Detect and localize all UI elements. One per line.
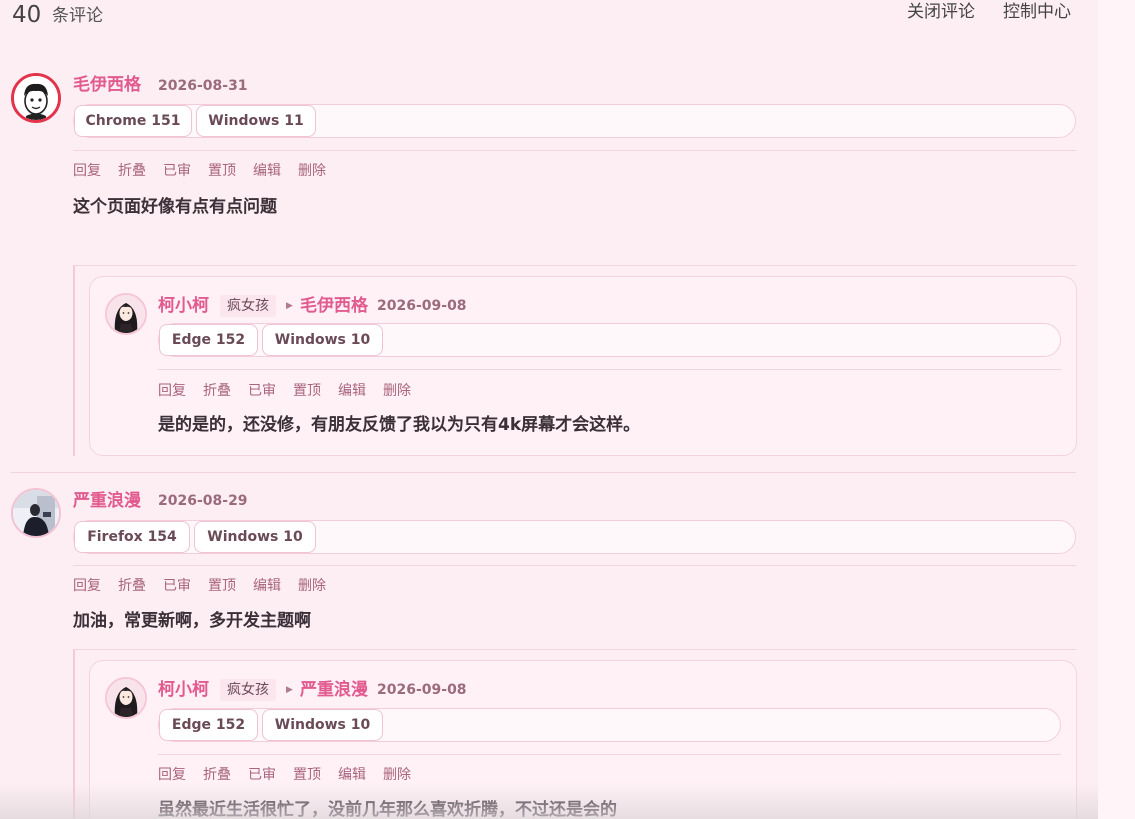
reply-card: 柯小柯 疯女孩 ▶ 严重浪漫 2026-09-08 Edge 152 Windo…	[89, 660, 1077, 819]
person-photo-avatar[interactable]	[11, 488, 61, 538]
edit-button[interactable]: 编辑	[253, 576, 281, 596]
browser-badge: Firefox 154	[74, 521, 190, 553]
os-badge: Windows 10	[194, 521, 316, 553]
reply-date: 2026-09-08	[377, 682, 467, 698]
reply-author[interactable]: 柯小柯	[158, 678, 209, 702]
page-edge	[1098, 0, 1135, 819]
reply-to-author[interactable]: 严重浪漫	[300, 678, 368, 702]
reply-actions: 回复 折叠 已审 置顶 编辑 删除	[158, 765, 458, 785]
pin-button[interactable]: 置顶	[208, 576, 236, 596]
reply-button[interactable]: 回复	[73, 576, 101, 596]
anime-girl-avatar[interactable]	[105, 677, 147, 719]
comment-author[interactable]: 严重浪漫	[73, 489, 141, 513]
author-tag: 疯女孩	[220, 679, 276, 701]
approve-button[interactable]: 已审	[248, 765, 276, 785]
divider	[73, 565, 1076, 566]
comment-item: 严重浪漫 2026-08-29 Firefox 154 Windows 10 回…	[0, 0, 1098, 819]
reply-button[interactable]: 回复	[158, 765, 186, 785]
os-badge: Windows 10	[262, 709, 383, 741]
comment-date: 2026-08-29	[158, 493, 248, 509]
browser-badge: Edge 152	[159, 709, 258, 741]
collapse-button[interactable]: 折叠	[203, 765, 231, 785]
comments-page: 40 条评论 关闭评论 控制中心 毛伊西格 2026-08-31 Chrome …	[0, 0, 1135, 819]
reply-content: 虽然最近生活很忙了，没前几年那么喜欢折腾，不过还是会的	[158, 800, 617, 819]
reply-arrow-icon: ▶	[286, 685, 293, 695]
user-agent-row: Firefox 154 Windows 10	[73, 520, 1076, 554]
edit-button[interactable]: 编辑	[338, 765, 366, 785]
pin-button[interactable]: 置顶	[293, 765, 321, 785]
divider	[158, 754, 1061, 755]
reply-thread: 柯小柯 疯女孩 ▶ 严重浪漫 2026-09-08 Edge 152 Windo…	[73, 650, 1078, 819]
user-agent-row: Edge 152 Windows 10	[158, 708, 1061, 742]
comment-actions: 回复 折叠 已审 置顶 编辑 删除	[73, 576, 373, 596]
collapse-button[interactable]: 折叠	[118, 576, 146, 596]
approve-button[interactable]: 已审	[163, 576, 191, 596]
delete-button[interactable]: 删除	[298, 576, 326, 596]
delete-button[interactable]: 删除	[383, 765, 411, 785]
comment-content: 加油，常更新啊，多开发主题啊	[73, 611, 311, 631]
